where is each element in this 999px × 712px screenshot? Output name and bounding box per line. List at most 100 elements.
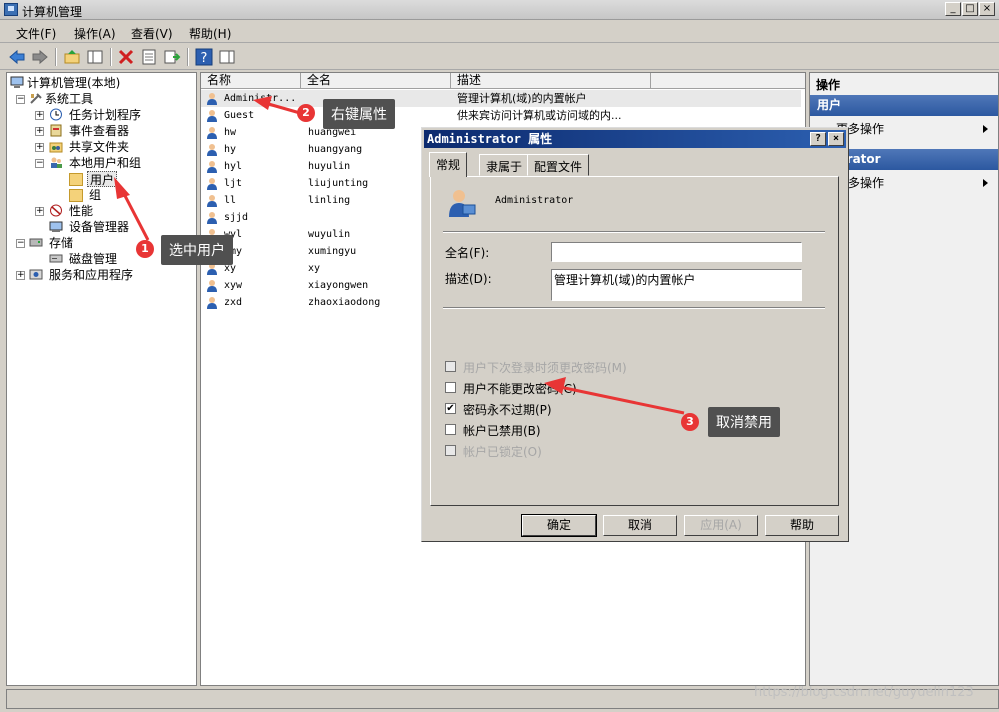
expand-toggle[interactable]: + xyxy=(35,143,44,152)
tree-disk-management[interactable]: 磁盘管理 xyxy=(69,251,117,267)
up-folder-icon[interactable] xyxy=(63,48,81,66)
maximize-button[interactable]: □ xyxy=(962,2,978,16)
tree-services-apps[interactable]: 服务和应用程序 xyxy=(49,267,133,283)
step-callout-1: 选中用户 xyxy=(161,235,233,265)
tree-shared-folders[interactable]: 共享文件夹 xyxy=(69,139,129,155)
menu-file[interactable]: 文件(F) xyxy=(16,25,56,42)
tree-local-users-groups[interactable]: 本地用户和组 xyxy=(69,155,141,171)
user-name: hw xyxy=(224,127,237,138)
properties-dialog: Administrator 属性 ? × 常规 隶属于 配置文件 Adminis… xyxy=(421,127,849,542)
option-label: 帐户已禁用(B) xyxy=(463,424,541,438)
tree-performance[interactable]: 性能 xyxy=(69,203,93,219)
user-name: hyl xyxy=(224,161,243,172)
expand-toggle[interactable]: − xyxy=(16,95,25,104)
option-label: 用户下次登录时须更改密码(M) xyxy=(463,361,627,375)
toolbar-separator xyxy=(110,48,112,66)
option-checkbox[interactable] xyxy=(445,382,456,393)
expand-toggle[interactable]: + xyxy=(35,207,44,216)
expand-toggle[interactable]: − xyxy=(35,159,44,168)
user-name: xyw xyxy=(224,280,243,291)
column-header-fullname[interactable]: 全名 xyxy=(301,73,451,89)
help-icon[interactable]: ? xyxy=(195,48,213,66)
menu-bar: 文件(F) 操作(A) 查看(V) 帮助(H) xyxy=(0,21,999,43)
dialog-help-button[interactable]: ? xyxy=(810,132,826,146)
expand-toggle[interactable]: + xyxy=(35,127,44,136)
tree-system-tools[interactable]: 系统工具 xyxy=(45,91,93,107)
tree-storage[interactable]: 存储 xyxy=(49,235,73,251)
tree-device-manager[interactable]: 设备管理器 xyxy=(69,219,129,235)
option-checkbox[interactable] xyxy=(445,361,456,372)
toolbar-separator xyxy=(55,48,57,66)
forward-arrow-icon[interactable] xyxy=(31,48,49,66)
user-description: 供来宾访问计算机或访问域的内... xyxy=(457,109,622,122)
cancel-button[interactable]: 取消 xyxy=(603,515,677,536)
device-manager-icon xyxy=(49,221,63,232)
user-name: hy xyxy=(224,144,237,155)
watermark: https://blog.csdn.net/guyuelin123 xyxy=(754,685,974,700)
user-name: zxd xyxy=(224,297,243,308)
action-section-users-label: 用户 xyxy=(817,98,842,112)
show-tree-icon[interactable] xyxy=(86,48,104,66)
expand-toggle[interactable]: + xyxy=(16,271,25,280)
toolbar: ? xyxy=(0,44,999,70)
action-pane-header: 操作 xyxy=(816,78,841,92)
toolbar-separator xyxy=(187,48,189,66)
dialog-title: Administrator 属性 xyxy=(427,132,553,146)
submenu-arrow-icon xyxy=(983,125,988,133)
tab-general[interactable]: 常规 xyxy=(429,152,468,177)
user-row[interactable]: Guest 供来宾访问计算机或访问域的内... xyxy=(201,107,801,124)
action-section-users[interactable]: 用户 xyxy=(810,95,998,116)
tree-groups[interactable]: 组 xyxy=(89,187,101,203)
ok-button[interactable]: 确定 xyxy=(521,514,597,537)
column-header-name[interactable]: 名称 xyxy=(201,73,301,89)
description-input[interactable]: 管理计算机(域)的内置帐户 xyxy=(551,269,802,301)
menu-help[interactable]: 帮助(H) xyxy=(189,25,231,42)
expand-toggle[interactable]: − xyxy=(16,239,25,248)
expand-toggle[interactable]: + xyxy=(35,111,44,120)
user-description: 管理计算机(域)的内置帐户 xyxy=(457,92,587,105)
svg-text:?: ? xyxy=(201,51,208,66)
show-action-pane-icon[interactable] xyxy=(218,48,236,66)
tab-profile[interactable]: 配置文件 xyxy=(527,154,590,176)
option-checkbox[interactable] xyxy=(445,445,456,456)
option-checkbox[interactable] xyxy=(445,424,456,435)
user-name: ll xyxy=(224,195,237,206)
option-label: 帐户已锁定(O) xyxy=(463,445,542,459)
submenu-arrow-icon xyxy=(983,179,988,187)
tree-task-scheduler[interactable]: 任务计划程序 xyxy=(69,107,141,123)
performance-icon xyxy=(50,204,62,217)
back-arrow-icon[interactable] xyxy=(8,48,26,66)
close-button[interactable]: × xyxy=(979,2,995,16)
option-checkbox[interactable]: ✔ xyxy=(445,403,456,414)
fullname-input[interactable] xyxy=(551,242,802,262)
title-bar: 计算机管理 _ □ × xyxy=(0,0,999,20)
tree-event-viewer[interactable]: 事件查看器 xyxy=(69,123,129,139)
tree-users[interactable]: 用户 xyxy=(87,171,118,187)
dialog-close-button[interactable]: × xyxy=(828,132,844,146)
tab-member-of[interactable]: 隶属于 xyxy=(479,154,530,176)
user-icon xyxy=(207,280,217,292)
window-title: 计算机管理 xyxy=(22,5,83,19)
tree-root[interactable]: 计算机管理(本地) xyxy=(27,75,120,91)
export-list-icon[interactable] xyxy=(163,48,181,66)
option-label: 用户不能更改密码(C) xyxy=(463,382,577,396)
user-fullname: huangyang xyxy=(308,144,363,155)
storage-icon xyxy=(29,238,43,247)
menu-action[interactable]: 操作(A) xyxy=(74,25,116,42)
help-button[interactable]: 帮助 xyxy=(765,515,839,536)
step-callout-2: 右键属性 xyxy=(323,99,395,129)
folder-icon xyxy=(69,189,83,202)
minimize-button[interactable]: _ xyxy=(945,2,961,16)
user-row[interactable]: Administr... 管理计算机(域)的内置帐户 xyxy=(201,90,801,107)
column-header-description[interactable]: 描述 xyxy=(451,73,651,89)
properties-icon[interactable] xyxy=(140,48,158,66)
menu-view[interactable]: 查看(V) xyxy=(131,25,173,42)
account-username: Administrator xyxy=(495,195,574,206)
user-icon xyxy=(207,178,217,190)
apply-button[interactable]: 应用(A) xyxy=(684,515,758,536)
user-icon xyxy=(207,144,217,156)
delete-icon[interactable] xyxy=(117,48,135,66)
fullname-label: 全名(F): xyxy=(445,246,490,260)
tab-panel-general: Administrator 全名(F): 描述(D): 管理计算机(域)的内置帐… xyxy=(430,176,839,506)
step-badge-3: 3 xyxy=(681,413,699,431)
